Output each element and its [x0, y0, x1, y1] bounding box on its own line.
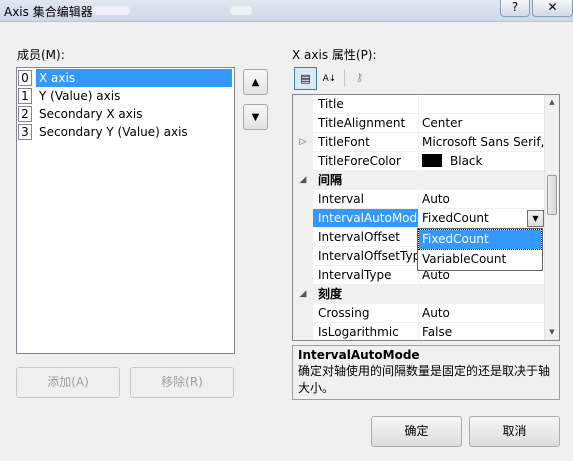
title-bar: Axis 集合编辑器 ? ✕ [0, 0, 573, 22]
property-name: IntervalType [313, 266, 419, 285]
ok-button[interactable]: 确定 [371, 416, 462, 447]
window-title: Axis 集合编辑器 [4, 5, 93, 19]
property-pages-button[interactable]: ⚷ [348, 67, 371, 90]
member-item[interactable]: 3 Secondary Y (Value) axis [17, 123, 234, 141]
property-name: IntervalOffset [313, 228, 419, 247]
move-up-button[interactable]: ▲ [243, 69, 268, 95]
remove-button[interactable]: 移除(R) [130, 367, 234, 398]
property-name: TitleForeColor [313, 152, 419, 171]
members-list[interactable]: 0X axis 1 Y (Value) axis 2 Secondary X axis 3… [16, 67, 235, 354]
help-button[interactable]: ? [500, 0, 530, 17]
row-gutter [293, 114, 313, 133]
category-label: 刻度 [313, 285, 546, 304]
row-gutter [293, 152, 313, 171]
property-name: Title [313, 95, 419, 114]
cancel-button[interactable]: 取消 [469, 416, 560, 447]
scroll-thumb[interactable] [547, 175, 557, 215]
property-value-text: Auto [422, 306, 450, 320]
property-value-text: Black [450, 154, 483, 168]
property-category[interactable]: ◢ 刻度 [293, 285, 546, 304]
property-name: IntervalOffsetType [313, 247, 419, 266]
row-gutter [293, 266, 313, 285]
alphabetical-button[interactable]: A↓ [318, 67, 341, 90]
property-name: TitleAlignment [313, 114, 419, 133]
row-gutter [293, 323, 313, 340]
property-name: Crossing [313, 304, 419, 323]
arrow-down-icon: ▼ [251, 112, 260, 123]
row-gutter [293, 190, 313, 209]
property-value[interactable]: Auto [419, 190, 546, 209]
sort-alphabetical-icon: A↓ [322, 74, 337, 84]
properties-label: X axis 属性(P): [292, 48, 377, 62]
property-row[interactable]: ▷ TitleFont Microsoft Sans Serif, [293, 133, 546, 152]
row-gutter [293, 304, 313, 323]
color-swatch [422, 154, 442, 167]
title-blur [92, 6, 130, 15]
property-row[interactable]: Title [293, 95, 546, 114]
member-index: 2 [18, 106, 32, 122]
interval-auto-mode-dropdown-list[interactable]: FixedCount VariableCount [417, 228, 543, 271]
property-row[interactable]: TitleForeColor Black [293, 152, 546, 171]
member-name: Secondary X axis [39, 107, 143, 121]
description-panel: IntervalAutoMode 确定对轴使用的间隔数量是固定的还是取决于轴大小… [292, 345, 560, 400]
member-name: Y (Value) axis [39, 89, 121, 103]
expand-icon[interactable]: ▷ [293, 133, 313, 152]
property-name: TitleFont [313, 133, 419, 152]
property-value[interactable]: Center [419, 114, 546, 133]
property-name: IsLogarithmic [313, 323, 419, 340]
move-down-button[interactable]: ▼ [243, 104, 268, 130]
property-value[interactable]: False [419, 323, 546, 340]
close-button[interactable]: ✕ [532, 0, 573, 17]
member-name: X axis [36, 69, 232, 87]
property-row[interactable]: IntervalAutoMode FixedCount ▼ [293, 209, 546, 228]
categorized-button[interactable]: ▤ [294, 67, 317, 90]
property-grid[interactable]: Title TitleAlignment Center ▷ TitleFont Micro… [292, 94, 560, 341]
collapse-icon[interactable]: ◢ [293, 171, 313, 190]
member-index: 0 [18, 70, 32, 86]
property-category[interactable]: ◢ 间隔 [293, 171, 546, 190]
wrench-icon: ⚷ [355, 71, 364, 84]
property-value-text: FixedCount [422, 211, 489, 225]
member-index: 1 [18, 88, 32, 104]
property-row[interactable]: Interval Auto [293, 190, 546, 209]
property-name: IntervalAutoMode [313, 209, 419, 228]
member-index: 3 [18, 124, 32, 140]
row-gutter [293, 95, 313, 114]
member-name: Secondary Y (Value) axis [39, 125, 188, 139]
property-row[interactable]: Crossing Auto [293, 304, 546, 323]
property-name: Interval [313, 190, 419, 209]
member-item[interactable]: 2 Secondary X axis [17, 105, 234, 123]
row-gutter [293, 247, 313, 266]
categorized-icon: ▤ [300, 72, 311, 85]
member-item[interactable]: 1 Y (Value) axis [17, 87, 234, 105]
property-row[interactable]: TitleAlignment Center [293, 114, 546, 133]
dropdown-option[interactable]: FixedCount [418, 229, 542, 250]
title-blur [230, 6, 252, 15]
row-gutter [293, 228, 313, 247]
arrow-up-icon: ▲ [251, 77, 260, 88]
category-label: 间隔 [313, 171, 546, 190]
property-value-text: Center [422, 116, 463, 130]
property-value[interactable]: Black [419, 152, 546, 171]
property-value-text: Auto [422, 192, 450, 206]
description-text: 确定对轴使用的间隔数量是固定的还是取决于轴大小。 [298, 364, 551, 395]
collapse-icon[interactable]: ◢ [293, 285, 313, 304]
property-value-text: False [422, 325, 453, 339]
row-gutter [293, 209, 313, 228]
description-title: IntervalAutoMode [298, 348, 420, 362]
scroll-up-icon[interactable]: ▲ [545, 95, 559, 110]
members-label: 成员(M): [17, 48, 65, 62]
toolbar-separator [344, 70, 345, 87]
member-item[interactable]: 0X axis [17, 69, 234, 87]
dropdown-option[interactable]: VariableCount [419, 250, 541, 269]
add-button[interactable]: 添加(A) [16, 367, 120, 398]
property-value[interactable]: Microsoft Sans Serif, [419, 133, 546, 152]
property-row[interactable]: IsLogarithmic False [293, 323, 546, 340]
dropdown-arrow-icon[interactable]: ▼ [527, 210, 544, 227]
property-value-text: Microsoft Sans Serif, [422, 135, 545, 149]
property-value[interactable]: Auto [419, 304, 546, 323]
property-value[interactable] [419, 95, 546, 114]
scroll-down-icon[interactable]: ▼ [545, 325, 559, 340]
property-grid-scrollbar[interactable]: ▲ ▼ [544, 95, 559, 340]
